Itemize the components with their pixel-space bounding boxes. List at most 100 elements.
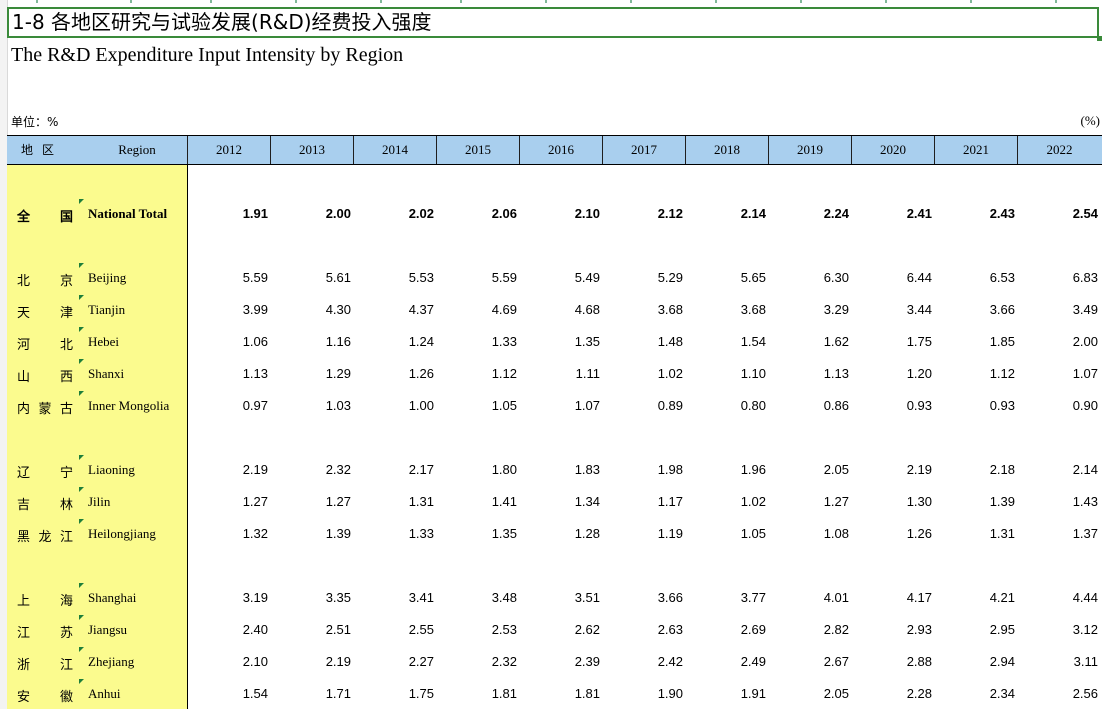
value-cell-2014[interactable]: 1.00 — [354, 398, 437, 413]
region-en-cell[interactable]: Jiangsu — [88, 622, 127, 638]
value-cell-2017[interactable]: 3.66 — [603, 590, 686, 605]
header-year-2014[interactable]: 2014 — [354, 136, 437, 164]
header-year-2016[interactable]: 2016 — [520, 136, 603, 164]
value-cell-2013[interactable]: 1.39 — [271, 526, 354, 541]
region-cn-cell[interactable]: 北京 — [17, 270, 73, 289]
value-cell-2019[interactable]: 2.24 — [769, 206, 852, 221]
region-en-cell[interactable]: Shanghai — [88, 590, 136, 606]
header-year-2015[interactable]: 2015 — [437, 136, 520, 164]
value-cell-2020[interactable]: 2.41 — [852, 206, 935, 221]
value-cell-2017[interactable]: 1.02 — [603, 366, 686, 381]
value-cell-2016[interactable]: 2.10 — [520, 206, 603, 221]
value-cell-2017[interactable]: 0.89 — [603, 398, 686, 413]
region-cn-cell[interactable]: 浙江 — [17, 654, 73, 673]
value-cell-2021[interactable]: 1.85 — [935, 334, 1018, 349]
value-cell-2021[interactable]: 3.66 — [935, 302, 1018, 317]
region-cn-cell[interactable]: 安徽 — [17, 686, 73, 705]
value-cell-2021[interactable]: 1.31 — [935, 526, 1018, 541]
value-cell-2013[interactable]: 5.61 — [271, 270, 354, 285]
value-cell-2012[interactable]: 1.06 — [188, 334, 271, 349]
value-cell-2019[interactable]: 6.30 — [769, 270, 852, 285]
value-cell-2015[interactable]: 3.48 — [437, 590, 520, 605]
value-cell-2013[interactable]: 1.03 — [271, 398, 354, 413]
value-cell-2013[interactable]: 3.35 — [271, 590, 354, 605]
value-cell-2014[interactable]: 1.33 — [354, 526, 437, 541]
value-cell-2020[interactable]: 6.44 — [852, 270, 935, 285]
value-cell-2020[interactable]: 2.88 — [852, 654, 935, 669]
value-cell-2018[interactable]: 0.80 — [686, 398, 769, 413]
value-cell-2015[interactable]: 2.32 — [437, 654, 520, 669]
value-cell-2018[interactable]: 2.14 — [686, 206, 769, 221]
value-cell-2018[interactable]: 1.91 — [686, 686, 769, 701]
value-cell-2019[interactable]: 2.05 — [769, 462, 852, 477]
value-cell-2017[interactable]: 2.63 — [603, 622, 686, 637]
value-cell-2015[interactable]: 4.69 — [437, 302, 520, 317]
value-cell-2019[interactable]: 1.62 — [769, 334, 852, 349]
value-cell-2017[interactable]: 1.19 — [603, 526, 686, 541]
value-cell-2018[interactable]: 3.77 — [686, 590, 769, 605]
value-cell-2017[interactable]: 3.68 — [603, 302, 686, 317]
value-cell-2012[interactable]: 1.13 — [188, 366, 271, 381]
value-cell-2020[interactable]: 1.75 — [852, 334, 935, 349]
value-cell-2013[interactable]: 1.71 — [271, 686, 354, 701]
value-cell-2014[interactable]: 2.02 — [354, 206, 437, 221]
value-cell-2022[interactable]: 3.11 — [1018, 654, 1101, 669]
value-cell-2018[interactable]: 1.54 — [686, 334, 769, 349]
region-cn-cell[interactable]: 江苏 — [17, 622, 73, 641]
header-region-cn[interactable]: 地区 — [7, 136, 87, 164]
value-cell-2022[interactable]: 3.49 — [1018, 302, 1101, 317]
value-cell-2015[interactable]: 1.41 — [437, 494, 520, 509]
region-en-cell[interactable]: Liaoning — [88, 462, 135, 478]
region-en-cell[interactable]: Inner Mongolia — [88, 398, 169, 414]
value-cell-2012[interactable]: 2.40 — [188, 622, 271, 637]
value-cell-2021[interactable]: 2.43 — [935, 206, 1018, 221]
selected-title-cell[interactable]: 1-8 各地区研究与试验发展(R&D)经费投入强度 — [7, 7, 1099, 38]
value-cell-2017[interactable]: 1.98 — [603, 462, 686, 477]
value-cell-2012[interactable]: 3.99 — [188, 302, 271, 317]
region-cn-cell[interactable]: 全国 — [17, 206, 73, 225]
value-cell-2020[interactable]: 1.26 — [852, 526, 935, 541]
region-en-cell[interactable]: Shanxi — [88, 366, 124, 382]
region-cn-cell[interactable]: 吉林 — [17, 494, 73, 513]
value-cell-2016[interactable]: 1.11 — [520, 366, 603, 381]
value-cell-2021[interactable]: 2.94 — [935, 654, 1018, 669]
value-cell-2012[interactable]: 3.19 — [188, 590, 271, 605]
value-cell-2014[interactable]: 2.27 — [354, 654, 437, 669]
value-cell-2021[interactable]: 2.18 — [935, 462, 1018, 477]
value-cell-2022[interactable]: 3.12 — [1018, 622, 1101, 637]
value-cell-2019[interactable]: 3.29 — [769, 302, 852, 317]
value-cell-2019[interactable]: 2.82 — [769, 622, 852, 637]
value-cell-2013[interactable]: 1.29 — [271, 366, 354, 381]
value-cell-2020[interactable]: 1.20 — [852, 366, 935, 381]
value-cell-2022[interactable]: 1.37 — [1018, 526, 1101, 541]
value-cell-2014[interactable]: 2.17 — [354, 462, 437, 477]
value-cell-2019[interactable]: 4.01 — [769, 590, 852, 605]
value-cell-2013[interactable]: 4.30 — [271, 302, 354, 317]
value-cell-2016[interactable]: 1.81 — [520, 686, 603, 701]
region-en-cell[interactable]: National Total — [88, 206, 167, 222]
header-year-2020[interactable]: 2020 — [852, 136, 935, 164]
value-cell-2016[interactable]: 2.62 — [520, 622, 603, 637]
header-year-2022[interactable]: 2022 — [1018, 136, 1101, 164]
value-cell-2014[interactable]: 2.55 — [354, 622, 437, 637]
value-cell-2015[interactable]: 1.35 — [437, 526, 520, 541]
value-cell-2014[interactable]: 1.31 — [354, 494, 437, 509]
value-cell-2016[interactable]: 5.49 — [520, 270, 603, 285]
value-cell-2022[interactable]: 2.00 — [1018, 334, 1101, 349]
value-cell-2020[interactable]: 4.17 — [852, 590, 935, 605]
value-cell-2018[interactable]: 5.65 — [686, 270, 769, 285]
value-cell-2022[interactable]: 2.14 — [1018, 462, 1101, 477]
value-cell-2015[interactable]: 1.81 — [437, 686, 520, 701]
value-cell-2012[interactable]: 1.54 — [188, 686, 271, 701]
fill-handle[interactable] — [1097, 36, 1102, 41]
value-cell-2014[interactable]: 1.26 — [354, 366, 437, 381]
value-cell-2018[interactable]: 3.68 — [686, 302, 769, 317]
value-cell-2022[interactable]: 1.07 — [1018, 366, 1101, 381]
value-cell-2019[interactable]: 0.86 — [769, 398, 852, 413]
value-cell-2013[interactable]: 1.16 — [271, 334, 354, 349]
value-cell-2020[interactable]: 2.93 — [852, 622, 935, 637]
value-cell-2012[interactable]: 2.10 — [188, 654, 271, 669]
value-cell-2014[interactable]: 3.41 — [354, 590, 437, 605]
value-cell-2018[interactable]: 1.02 — [686, 494, 769, 509]
value-cell-2016[interactable]: 1.34 — [520, 494, 603, 509]
